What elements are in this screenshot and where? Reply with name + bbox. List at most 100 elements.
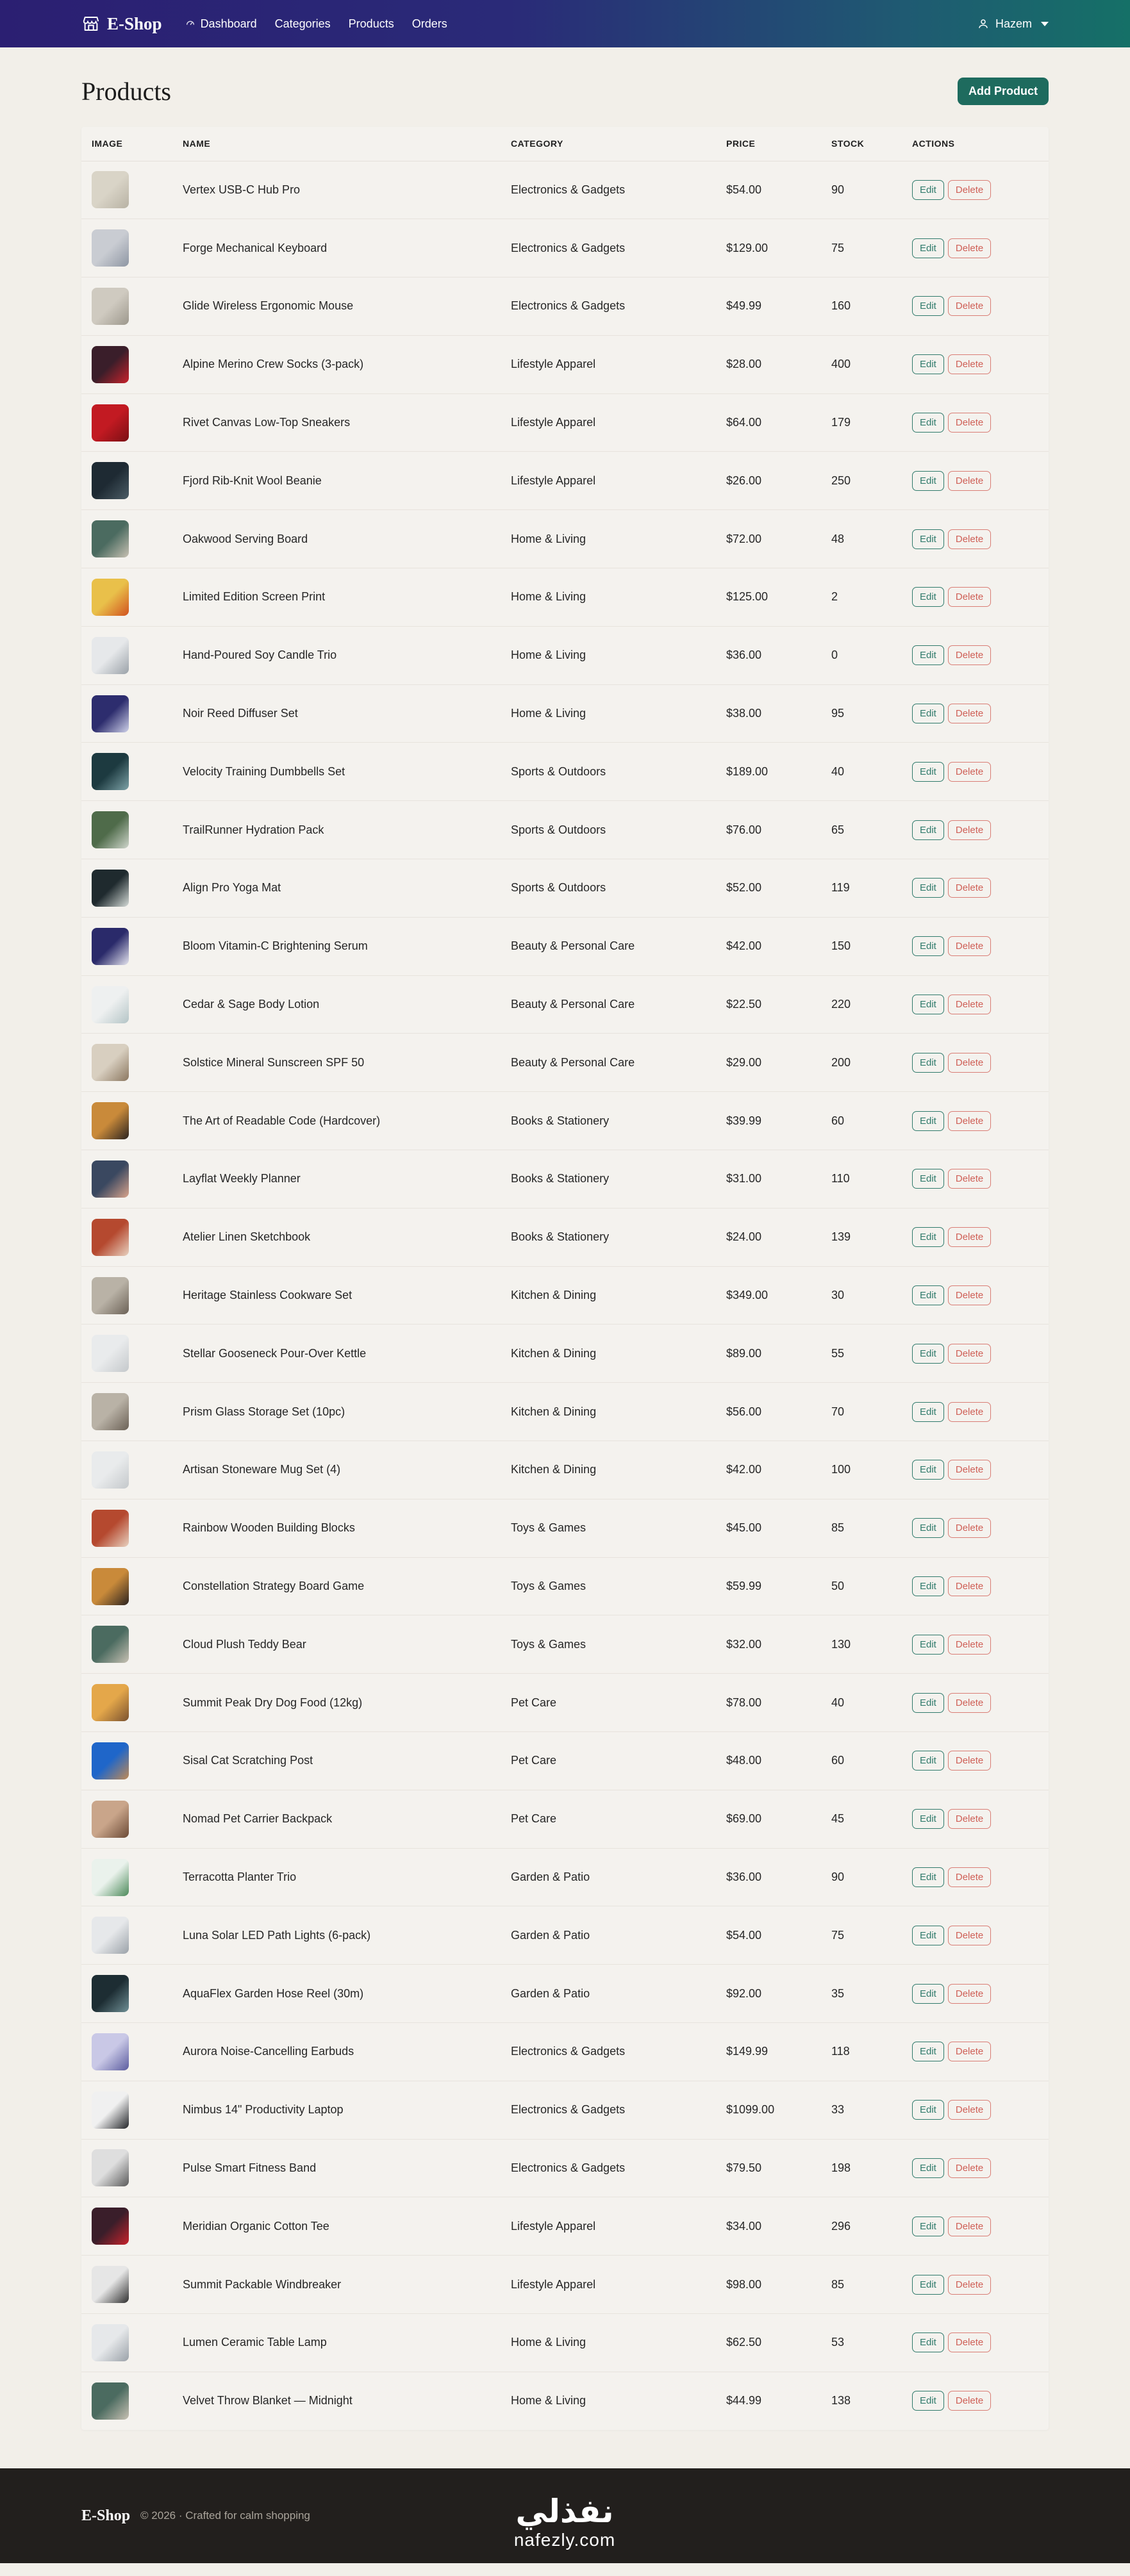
edit-button[interactable]: Edit (912, 529, 944, 549)
product-category: Books & Stationery (501, 1208, 716, 1267)
nav-link-orders[interactable]: Orders (412, 17, 447, 31)
nav-link-dashboard[interactable]: Dashboard (185, 17, 257, 31)
delete-button[interactable]: Delete (947, 2332, 992, 2353)
delete-button[interactable]: Delete (947, 1227, 992, 1248)
delete-button[interactable]: Delete (947, 529, 992, 549)
table-row: Hand-Poured Soy Candle Trio Home & Living… (81, 626, 1049, 685)
edit-button[interactable]: Edit (912, 238, 944, 258)
nav-link-products[interactable]: Products (349, 17, 394, 31)
edit-button[interactable]: Edit (912, 1227, 944, 1248)
edit-button[interactable]: Edit (912, 2274, 944, 2295)
edit-button[interactable]: Edit (912, 1343, 944, 1364)
edit-button[interactable]: Edit (912, 2042, 944, 2062)
delete-button[interactable]: Delete (947, 2391, 992, 2411)
edit-button[interactable]: Edit (912, 936, 944, 957)
actions-cell: Edit Delete (902, 1906, 1049, 1965)
image-cell (81, 1557, 172, 1616)
delete-button[interactable]: Delete (947, 413, 992, 433)
edit-button[interactable]: Edit (912, 1518, 944, 1539)
delete-button[interactable]: Delete (947, 1751, 992, 1771)
delete-button[interactable]: Delete (947, 2158, 992, 2178)
delete-button[interactable]: Delete (947, 1634, 992, 1655)
edit-button[interactable]: Edit (912, 1460, 944, 1480)
delete-button[interactable]: Delete (947, 1867, 992, 1887)
delete-button[interactable]: Delete (947, 1925, 992, 1945)
edit-button[interactable]: Edit (912, 1809, 944, 1829)
add-product-button[interactable]: Add Product (958, 77, 1049, 105)
delete-button[interactable]: Delete (947, 995, 992, 1015)
nav-link-categories[interactable]: Categories (275, 17, 331, 31)
product-thumbnail (92, 462, 129, 500)
edit-button[interactable]: Edit (912, 2391, 944, 2411)
edit-button[interactable]: Edit (912, 1692, 944, 1713)
delete-button[interactable]: Delete (947, 704, 992, 724)
actions-cell: Edit Delete (902, 2139, 1049, 2198)
delete-button[interactable]: Delete (947, 2274, 992, 2295)
delete-button[interactable]: Delete (947, 1110, 992, 1131)
delete-button[interactable]: Delete (947, 2216, 992, 2236)
edit-button[interactable]: Edit (912, 704, 944, 724)
row-actions: Edit Delete (912, 761, 1038, 782)
product-category: Books & Stationery (501, 1091, 716, 1151)
delete-button[interactable]: Delete (947, 296, 992, 317)
delete-button[interactable]: Delete (947, 179, 992, 200)
delete-button[interactable]: Delete (947, 1809, 992, 1829)
edit-button[interactable]: Edit (912, 1110, 944, 1131)
edit-button[interactable]: Edit (912, 1925, 944, 1945)
edit-button[interactable]: Edit (912, 995, 944, 1015)
product-stock: 130 (821, 1615, 902, 1674)
edit-button[interactable]: Edit (912, 413, 944, 433)
user-menu-toggle[interactable]: Hazem (977, 17, 1049, 31)
edit-button[interactable]: Edit (912, 296, 944, 317)
delete-button[interactable]: Delete (947, 820, 992, 840)
delete-button[interactable]: Delete (947, 1343, 992, 1364)
table-row: Vertex USB-C Hub Pro Electronics & Gadget… (81, 161, 1049, 220)
edit-button[interactable]: Edit (912, 1576, 944, 1597)
delete-button[interactable]: Delete (947, 354, 992, 375)
edit-button[interactable]: Edit (912, 645, 944, 666)
delete-button[interactable]: Delete (947, 1401, 992, 1422)
delete-button[interactable]: Delete (947, 645, 992, 666)
delete-button[interactable]: Delete (947, 1518, 992, 1539)
delete-button[interactable]: Delete (947, 1285, 992, 1306)
delete-button[interactable]: Delete (947, 1983, 992, 2004)
edit-button[interactable]: Edit (912, 1634, 944, 1655)
edit-button[interactable]: Edit (912, 1401, 944, 1422)
edit-button[interactable]: Edit (912, 820, 944, 840)
product-stock: 50 (821, 1557, 902, 1616)
edit-button[interactable]: Edit (912, 1285, 944, 1306)
edit-button[interactable]: Edit (912, 2332, 944, 2353)
edit-button[interactable]: Edit (912, 1983, 944, 2004)
delete-button[interactable]: Delete (947, 1460, 992, 1480)
edit-button[interactable]: Edit (912, 878, 944, 898)
edit-button[interactable]: Edit (912, 2158, 944, 2178)
edit-button[interactable]: Edit (912, 2100, 944, 2120)
edit-button[interactable]: Edit (912, 1169, 944, 1189)
delete-button[interactable]: Delete (947, 1169, 992, 1189)
product-name: Sisal Cat Scratching Post (172, 1731, 501, 1790)
delete-button[interactable]: Delete (947, 1052, 992, 1073)
delete-button[interactable]: Delete (947, 936, 992, 957)
edit-button[interactable]: Edit (912, 761, 944, 782)
edit-button[interactable]: Edit (912, 1751, 944, 1771)
delete-button[interactable]: Delete (947, 878, 992, 898)
edit-button[interactable]: Edit (912, 1052, 944, 1073)
delete-button[interactable]: Delete (947, 1692, 992, 1713)
delete-button[interactable]: Delete (947, 1576, 992, 1597)
image-cell (81, 335, 172, 394)
delete-button[interactable]: Delete (947, 587, 992, 607)
edit-button[interactable]: Edit (912, 354, 944, 375)
edit-button[interactable]: Edit (912, 179, 944, 200)
delete-button[interactable]: Delete (947, 470, 992, 491)
image-cell (81, 1266, 172, 1325)
delete-button[interactable]: Delete (947, 761, 992, 782)
edit-button[interactable]: Edit (912, 470, 944, 491)
edit-button[interactable]: Edit (912, 2216, 944, 2236)
edit-button[interactable]: Edit (912, 1867, 944, 1887)
brand[interactable]: E-Shop (81, 14, 162, 34)
product-name: Terracotta Planter Trio (172, 1848, 501, 1907)
delete-button[interactable]: Delete (947, 2100, 992, 2120)
delete-button[interactable]: Delete (947, 2042, 992, 2062)
edit-button[interactable]: Edit (912, 587, 944, 607)
delete-button[interactable]: Delete (947, 238, 992, 258)
